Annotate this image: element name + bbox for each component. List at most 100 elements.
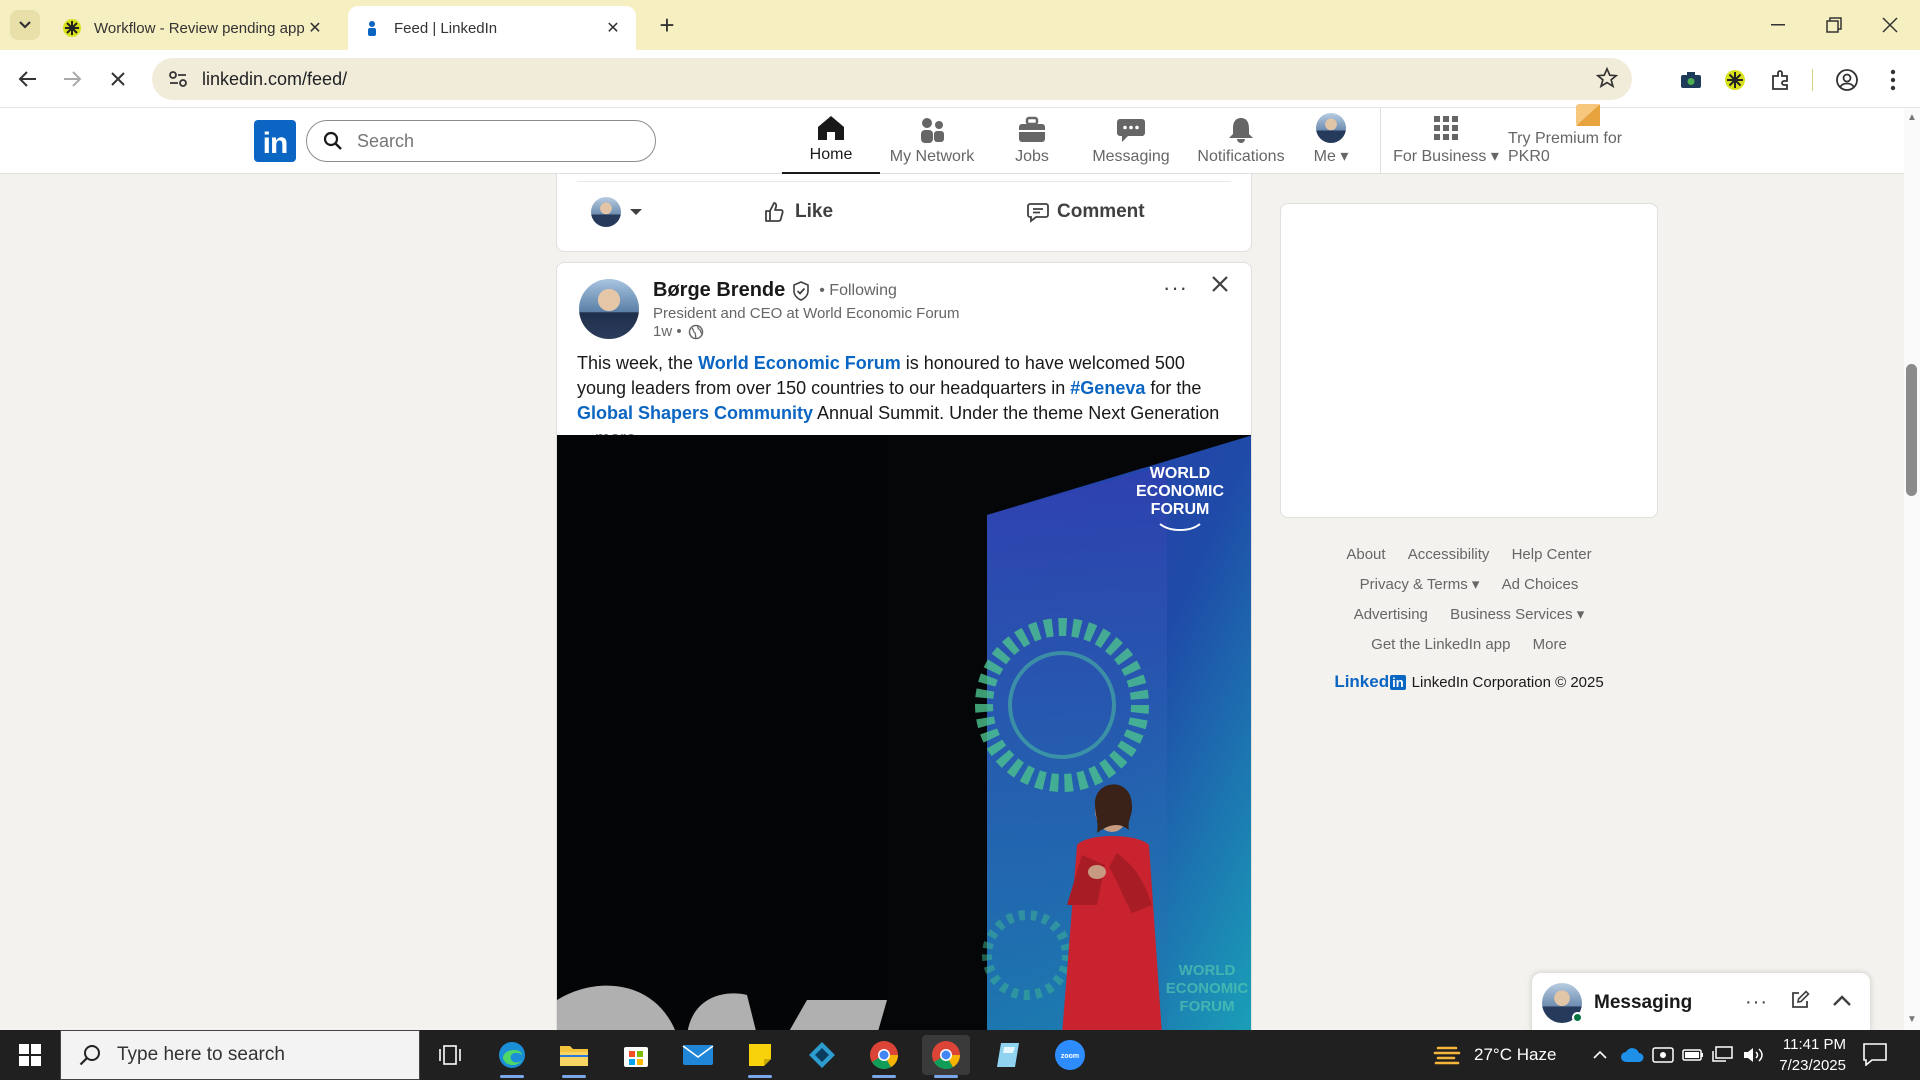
taskbar-app-diamond[interactable] [798,1035,846,1075]
post-text-segment: Annual Summit. Under the theme Next Gene… [813,403,1220,423]
taskbar-clock[interactable]: 11:41 PM 7/23/2025 [1750,1034,1846,1076]
dismiss-post-button[interactable] [1209,273,1233,297]
weather-text: 27°C Haze [1474,1045,1557,1064]
url-text: linkedin.com/feed/ [202,68,348,89]
onedrive-tray-icon[interactable] [1620,1030,1644,1080]
nav-label: My Network [889,148,975,165]
taskbar-zoom[interactable]: zoom [1046,1035,1094,1075]
nav-label: Try Premium for PKR0 [1508,130,1623,165]
search-input[interactable] [357,130,637,152]
taskbar-chrome-2[interactable] [922,1035,970,1078]
post-text-segment: for the [1145,378,1202,398]
notification-center-button[interactable] [1862,1042,1890,1068]
footer-link-more[interactable]: More [1533,636,1567,653]
notification-icon [1863,1043,1887,1067]
footer-link-about[interactable]: About [1346,546,1385,563]
taskbar-sticky-notes[interactable] [736,1035,784,1078]
previous-post-social-actions: Like Comment [556,174,1252,252]
hashtag-link[interactable]: #Geneva [1070,378,1145,398]
nav-me[interactable]: Me ▾ [1300,108,1362,174]
mention-link[interactable]: Global Shapers Community [577,403,813,423]
nav-notifications[interactable]: Notifications [1186,108,1296,174]
taskbar-search[interactable]: Type here to search [60,1030,420,1080]
mention-link[interactable]: World Economic Forum [698,353,901,373]
new-tab-button[interactable]: + [650,8,684,42]
footer-link-get-app[interactable]: Get the LinkedIn app [1371,636,1510,653]
taskbar-store[interactable] [612,1035,660,1075]
start-button[interactable] [0,1030,60,1080]
chat-icon [1116,115,1146,145]
footer-copyright: Linked in LinkedIn Corporation © 2025 [1280,672,1658,692]
stop-loading-button[interactable] [102,63,134,95]
back-button[interactable] [12,63,44,95]
reaction-actor-selector[interactable] [591,192,643,232]
author-avatar[interactable] [579,279,639,339]
author-name-row[interactable]: Børge Brende • Following [653,279,897,302]
grid-icon [1433,113,1459,143]
meet-now-tray-icon[interactable] [1652,1030,1674,1080]
chrome-icon [870,1041,898,1069]
footer-links: About Accessibility Help Center Privacy … [1280,540,1658,660]
post-menu-button[interactable]: ··· [1163,275,1188,301]
taskbar-edge[interactable] [488,1035,536,1078]
compose-message-button[interactable] [1790,990,1810,1015]
profile-icon[interactable] [1834,67,1860,93]
tab-search-button[interactable] [10,10,40,40]
weather-widget[interactable]: 27°C Haze [1432,1030,1556,1080]
ad-banner[interactable] [1280,203,1658,518]
page-scrollbar-thumb[interactable] [1906,364,1917,496]
expand-messaging-button[interactable] [1832,994,1852,1012]
messaging-options-button[interactable]: ··· [1745,991,1768,1014]
search-box[interactable] [306,120,656,162]
address-bar[interactable]: linkedin.com/feed/ [152,58,1632,100]
like-button[interactable]: Like [763,192,833,232]
close-icon[interactable]: ✕ [604,18,622,38]
battery-tray-icon[interactable] [1682,1030,1704,1080]
site-info-icon[interactable] [158,70,198,88]
close-icon[interactable]: ✕ [306,18,324,38]
show-hidden-icons-button[interactable] [1592,1030,1608,1080]
scroll-down-icon[interactable]: ▼ [1906,1014,1918,1026]
taskbar-app-glass[interactable] [984,1035,1032,1075]
minimize-button[interactable] [1750,0,1806,50]
linkedin-wordmark: Linked in [1334,672,1406,692]
comment-button[interactable]: Comment [1027,192,1145,232]
footer-link-accessibility[interactable]: Accessibility [1408,546,1490,563]
author-name[interactable]: Børge Brende [653,279,785,302]
linkedin-logo[interactable]: in [254,120,296,162]
nav-jobs[interactable]: Jobs [990,108,1074,174]
tab-linkedin[interactable]: Feed | LinkedIn ✕ [348,6,636,50]
footer-link-advertising[interactable]: Advertising [1354,606,1428,623]
footer-link-business-services[interactable]: Business Services ▾ [1450,606,1584,623]
nav-label: Messaging [1092,148,1170,165]
taskbar-file-explorer[interactable] [550,1035,598,1078]
nav-my-network[interactable]: My Network [880,108,984,174]
clock-time: 11:41 PM [1782,1036,1846,1053]
post-image[interactable]: WORLD ECONOMIC FORUM WORLD ECONOMIC FORU… [557,435,1251,1032]
footer-link-help-center[interactable]: Help Center [1512,546,1592,563]
footer-link-privacy-terms[interactable]: Privacy & Terms ▾ [1360,576,1480,593]
extension-workflow-icon[interactable] [1722,67,1748,93]
extensions-puzzle-icon[interactable] [1768,67,1794,93]
forward-button[interactable] [56,63,88,95]
online-status-dot [1572,1011,1583,1023]
nav-messaging[interactable]: Messaging [1080,108,1182,174]
tab-workflow[interactable]: Workflow - Review pending app ✕ [48,6,338,50]
extension-camera-icon[interactable] [1678,67,1704,93]
page-scrollbar-track[interactable] [1904,108,1920,1030]
footer-link-ad-choices[interactable]: Ad Choices [1502,576,1579,593]
messaging-overlay[interactable]: Messaging ··· [1531,972,1871,1032]
nav-for-business[interactable]: For Business ▾ [1388,108,1504,174]
browser-menu-icon[interactable] [1880,67,1906,93]
close-window-button[interactable] [1862,0,1918,50]
linkedin-favicon-icon [362,18,382,38]
taskbar-chrome-1[interactable] [860,1035,908,1078]
scroll-up-icon[interactable]: ▲ [1906,112,1918,124]
bookmark-star-icon[interactable] [1595,66,1619,94]
task-view-button[interactable] [426,1035,474,1075]
nav-home[interactable]: Home [782,108,880,174]
restore-button[interactable] [1806,0,1862,50]
taskbar-mail[interactable] [674,1035,722,1075]
network-tray-icon[interactable] [1712,1030,1734,1080]
nav-premium[interactable]: Try Premium for PKR0 [1508,104,1668,174]
